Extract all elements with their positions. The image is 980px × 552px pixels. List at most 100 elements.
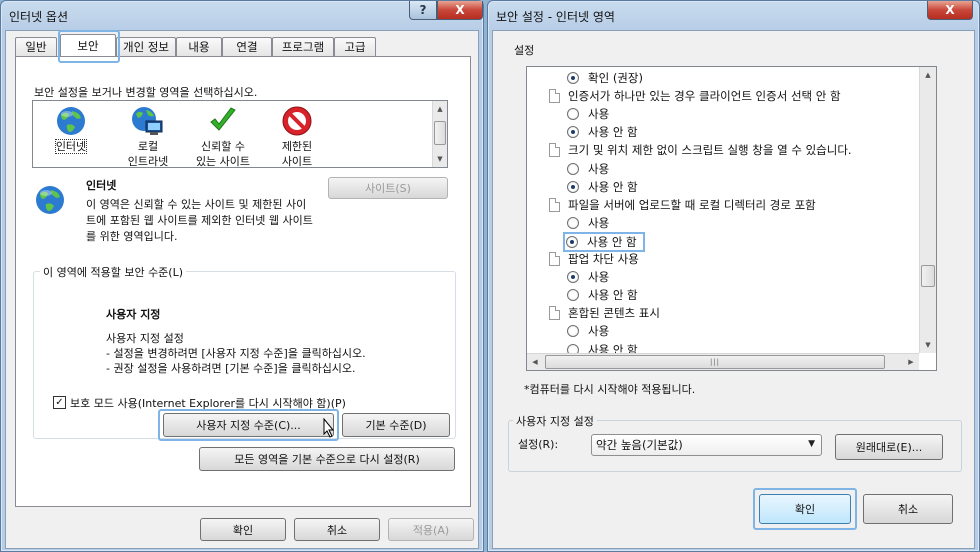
apply-button[interactable]: 적용(A) <box>388 518 474 541</box>
zone-local-intranet[interactable]: 로컬 인트라넷 <box>110 103 186 169</box>
setting-option[interactable]: 사용 <box>567 268 609 286</box>
zone-description-line: 트에 포함된 웹 사이트를 제외한 인터넷 웹 사이트 <box>86 214 313 227</box>
scroll-up-icon[interactable]: ▲ <box>433 101 447 117</box>
group-title: 사용자 지정 설정 <box>513 413 597 429</box>
zone-internet[interactable]: 인터넷 <box>33 103 109 154</box>
tab-focus-highlight <box>58 30 120 63</box>
title-bar[interactable]: 인터넷 옵션 ? X <box>1 1 483 31</box>
title-bar[interactable]: 보안 설정 - 인터넷 영역 X <box>488 1 979 31</box>
radio-button-icon[interactable] <box>567 271 579 284</box>
setting-label: 사용 안 함 <box>588 125 638 140</box>
setting-option[interactable]: 사용 안 함 <box>567 286 638 304</box>
setting-option[interactable]: 사용 <box>567 105 609 123</box>
cancel-button[interactable]: 취소 <box>294 518 380 541</box>
zone-list[interactable]: 인터넷 로컬 인트라넷 신뢰할 수 있는 사이트 제한된 사이트 ▲ ▼ <box>32 100 448 168</box>
zone-title: 인터넷 <box>86 179 117 192</box>
level-description-line: 사용자 지정 설정 <box>106 332 184 345</box>
tab-programs[interactable]: 프로그램 <box>272 37 334 56</box>
window-title: 인터넷 옵션 <box>9 10 69 24</box>
help-button[interactable]: ? <box>409 1 437 20</box>
scroll-left-icon[interactable]: ◀ <box>527 354 543 370</box>
setting-label: 사용 안 함 <box>587 234 637 249</box>
setting-label: 확인 (권장) <box>588 71 643 85</box>
zone-label: 인터넷 <box>54 139 88 154</box>
scroll-thumb[interactable] <box>921 265 935 287</box>
chevron-down-icon: ▼ <box>808 439 815 449</box>
level-description-line: - 설정을 변경하려면 [사용자 지정 수준]을 클릭하십시오. <box>106 347 366 360</box>
globe-icon <box>57 107 85 135</box>
zone-trusted-sites[interactable]: 신뢰할 수 있는 사이트 <box>185 103 261 169</box>
ok-button[interactable]: 확인 <box>200 518 286 541</box>
tab-general[interactable]: 일반 <box>15 37 57 56</box>
setting-option[interactable]: 사용 <box>567 214 609 232</box>
radio-button-icon[interactable] <box>567 325 579 338</box>
setting-label: 사용 <box>588 161 610 176</box>
scroll-down-icon[interactable]: ▼ <box>433 151 447 167</box>
setting-header[interactable]: 파일을 서버에 업로드할 때 로컬 디렉터리 경로 포함 <box>549 196 816 214</box>
radio-button-icon[interactable] <box>567 72 579 84</box>
document-icon <box>549 143 560 158</box>
scroll-up-icon[interactable]: ▲ <box>920 67 936 83</box>
checkmark-icon: ✓ <box>55 397 64 408</box>
reset-button[interactable]: 원래대로(E)... <box>835 434 943 460</box>
close-button[interactable]: X <box>437 1 483 20</box>
tab-advanced[interactable]: 고급 <box>334 37 376 56</box>
zone-restricted-sites[interactable]: 제한된 사이트 <box>259 103 335 169</box>
zone-description-line: 이 영역은 신뢰할 수 있는 사이트 및 제한된 사이 <box>86 198 307 211</box>
setting-option[interactable]: 사용 <box>567 322 609 340</box>
tab-privacy[interactable]: 개인 정보 <box>116 37 176 56</box>
close-icon: X <box>455 3 465 17</box>
custom-level-button[interactable]: 사용자 지정 수준(C)... <box>163 413 334 437</box>
zone-label: 로컬 인트라넷 <box>127 140 169 168</box>
sites-button[interactable]: 사이트(S) <box>328 177 448 199</box>
tab-connections[interactable]: 연결 <box>222 37 272 56</box>
setting-label: 사용 <box>588 215 610 230</box>
radio-button-icon[interactable] <box>567 126 579 139</box>
document-icon <box>549 197 560 212</box>
setting-label: 사용 <box>588 107 610 122</box>
settings-vertical-scrollbar[interactable]: ▲ ▼ <box>919 67 936 353</box>
level-description-line: - 권장 설정을 사용하려면 [기본 수준]을 클릭하십시오. <box>106 362 356 375</box>
setting-label: 사용 안 함 <box>588 288 638 303</box>
scroll-thumb[interactable] <box>434 121 446 145</box>
scroll-thumb[interactable]: ||| <box>545 355 885 369</box>
radio-button-icon[interactable] <box>567 216 579 229</box>
default-level-button[interactable]: 기본 수준(D) <box>342 413 450 437</box>
radio-button-icon[interactable] <box>567 108 579 121</box>
setting-header[interactable]: 크기 및 위치 제한 없이 스크립트 실행 창을 열 수 있습니다. <box>549 141 852 159</box>
setting-header[interactable]: 혼합된 콘텐츠 표시 <box>549 304 660 322</box>
close-button[interactable]: X <box>927 1 973 20</box>
setting-label: 사용 안 함 <box>588 179 638 194</box>
settings-horizontal-scrollbar[interactable]: ◀ ||| ▶ <box>527 353 919 370</box>
zone-description-line: 를 위한 영역입니다. <box>86 230 178 243</box>
scroll-right-icon[interactable]: ▶ <box>903 354 919 370</box>
level-title: 사용자 지정 <box>106 308 161 321</box>
settings-label: 설정 <box>514 44 535 57</box>
setting-option[interactable]: 사용 안 함 <box>567 123 638 141</box>
settings-list[interactable]: 확인 (권장) 인증서가 하나만 있는 경우 클라이언트 인증서 선택 안 함사용… <box>526 66 937 371</box>
protected-mode-checkbox[interactable]: ✓ <box>53 396 66 409</box>
reset-all-zones-button[interactable]: 모든 영역을 기본 수준으로 다시 설정(R) <box>199 447 455 471</box>
setting-label: 크기 및 위치 제한 없이 스크립트 실행 창을 열 수 있습니다. <box>568 143 852 158</box>
radio-button-icon[interactable] <box>567 289 579 302</box>
ok-button[interactable]: 확인 <box>759 494 851 524</box>
radio-button-icon[interactable] <box>567 180 579 193</box>
zone-instruction: 보안 설정을 보거나 변경할 영역을 선택하십시오. <box>34 86 258 99</box>
setting-label: 인증서가 하나만 있는 경우 클라이언트 인증서 선택 안 함 <box>568 89 841 104</box>
setting-option[interactable]: 사용 안 함 <box>567 178 638 196</box>
tab-content[interactable]: 내용 <box>176 37 222 56</box>
zone-label: 신뢰할 수 있는 사이트 <box>195 140 251 168</box>
setting-option[interactable]: 확인 (권장) <box>567 69 643 87</box>
setting-option[interactable]: 사용 <box>567 160 609 178</box>
scroll-down-icon[interactable]: ▼ <box>920 337 936 353</box>
reset-level-dropdown[interactable]: 약간 높음(기본값) ▼ <box>591 434 822 456</box>
setting-header[interactable]: 팝업 차단 사용 <box>549 250 639 268</box>
setting-option[interactable]: 사용 안 함 <box>563 231 645 252</box>
radio-button-icon[interactable] <box>566 235 578 248</box>
zone-list-scrollbar[interactable]: ▲ ▼ <box>432 101 447 167</box>
checkmark-icon <box>210 107 236 131</box>
setting-header[interactable]: 인증서가 하나만 있는 경우 클라이언트 인증서 선택 안 함 <box>549 87 841 105</box>
cancel-button[interactable]: 취소 <box>863 494 953 524</box>
radio-button-icon[interactable] <box>567 162 579 175</box>
close-icon: X <box>945 3 955 17</box>
